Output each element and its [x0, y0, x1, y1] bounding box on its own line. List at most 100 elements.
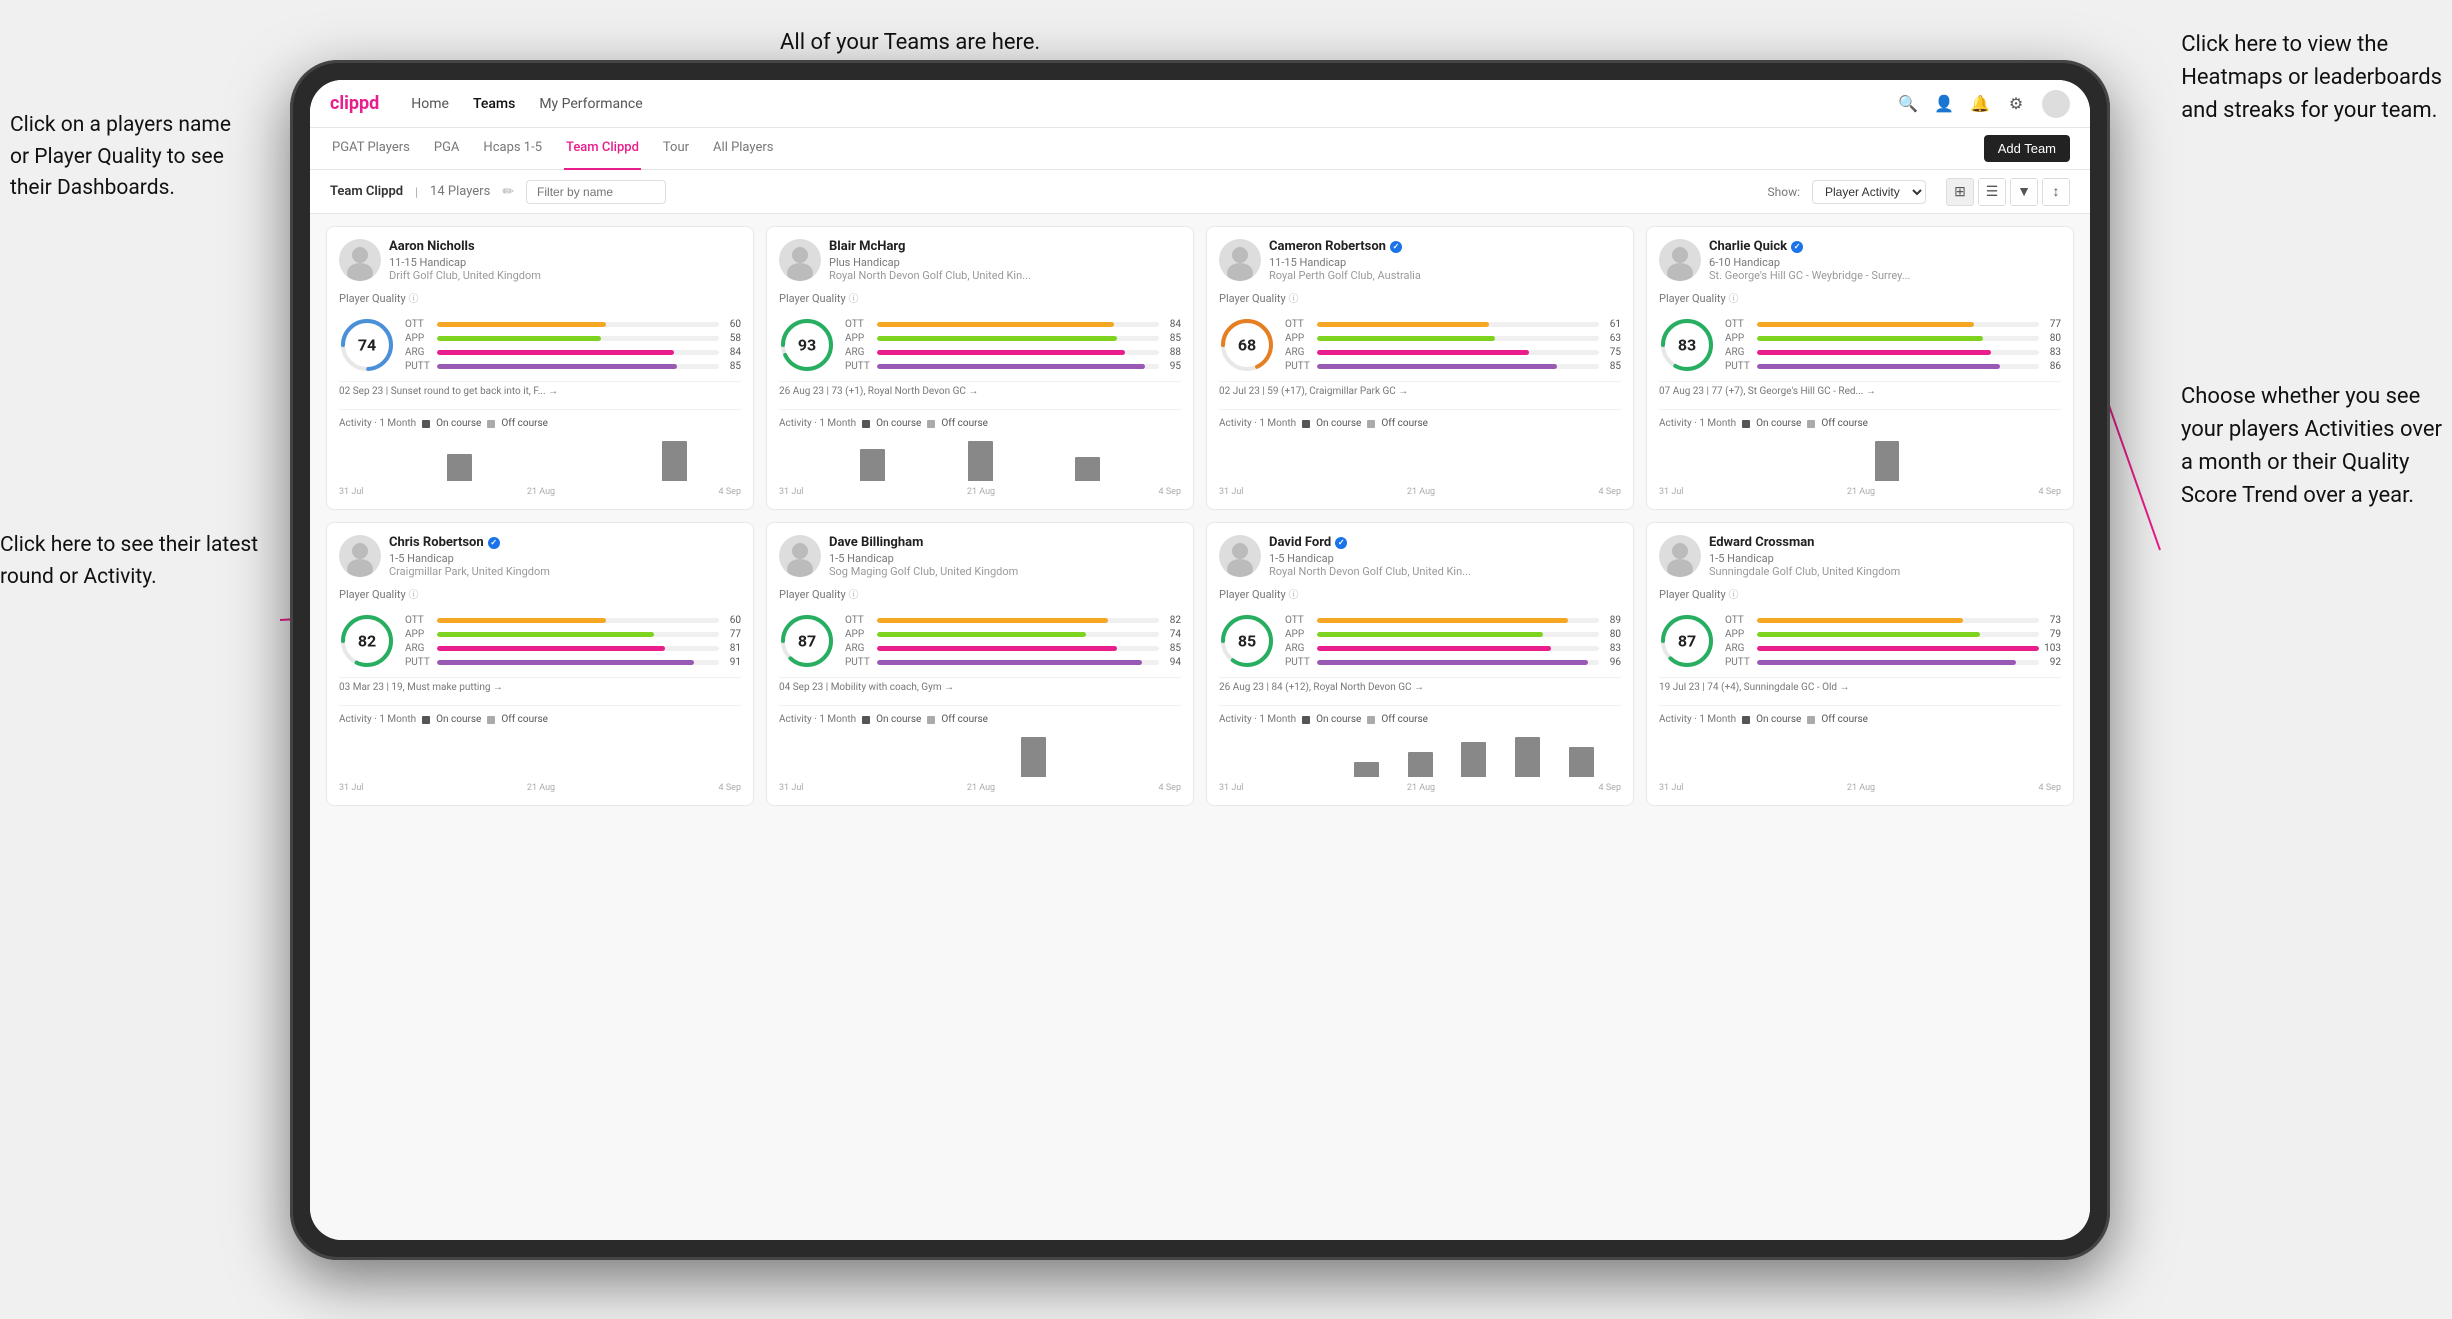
player-name[interactable]: Edward Crossman — [1709, 535, 2061, 550]
chart-bar — [968, 441, 993, 481]
latest-round[interactable]: 02 Jul 23 | 59 (+17), Craigmillar Park G… — [1219, 381, 1621, 401]
add-team-button[interactable]: Add Team — [1984, 135, 2070, 162]
stat-value: 85 — [1163, 643, 1181, 654]
stat-label: OTT — [405, 319, 433, 330]
subnav-pgat[interactable]: PGAT Players — [330, 128, 412, 170]
player-name[interactable]: Blair McHarg — [829, 239, 1181, 254]
stat-fill — [437, 336, 601, 341]
stat-label: APP — [1285, 629, 1313, 640]
subnav-tour[interactable]: Tour — [661, 128, 691, 170]
player-avatar — [779, 535, 821, 577]
player-card[interactable]: Edward Crossman 1-5 Handicap Sunningdale… — [1646, 522, 2074, 806]
bell-icon[interactable]: 🔔 — [1970, 94, 1990, 114]
activity-label: Activity · 1 Month On course Off course — [339, 714, 741, 725]
off-course-label: Off course — [941, 418, 988, 429]
chart-bar — [860, 449, 885, 481]
quality-circle[interactable]: 82 — [339, 613, 395, 669]
chart-bar — [555, 479, 580, 481]
nav-my-performance[interactable]: My Performance — [539, 92, 642, 116]
stat-fill — [1317, 632, 1543, 637]
quality-circle[interactable]: 87 — [1659, 613, 1715, 669]
quality-section: 93 OTT 84 APP 85 ARG 88 PUTT — [779, 317, 1181, 373]
player-card[interactable]: Aaron Nicholls 11-15 Handicap Drift Golf… — [326, 226, 754, 510]
quality-section: 83 OTT 77 APP 80 ARG 83 PUTT — [1659, 317, 2061, 373]
player-name[interactable]: Dave Billingham — [829, 535, 1181, 550]
latest-round[interactable]: 19 Jul 23 | 74 (+4), Sunningdale GC - Ol… — [1659, 677, 2061, 697]
off-course-dot — [487, 420, 495, 428]
quality-circle[interactable]: 74 — [339, 317, 395, 373]
player-card[interactable]: Chris Robertson ✓ 1-5 Handicap Craigmill… — [326, 522, 754, 806]
latest-round[interactable]: 26 Aug 23 | 73 (+1), Royal North Devon G… — [779, 381, 1181, 401]
player-club: Sunningdale Golf Club, United Kingdom — [1709, 565, 2061, 578]
player-name[interactable]: David Ford ✓ — [1269, 535, 1621, 550]
player-card[interactable]: Cameron Robertson ✓ 11-15 Handicap Royal… — [1206, 226, 1634, 510]
stat-row: ARG 85 — [845, 643, 1181, 654]
quality-circle[interactable]: 83 — [1659, 317, 1715, 373]
stat-label: PUTT — [845, 361, 873, 372]
chart-bar — [1794, 479, 1819, 481]
player-card[interactable]: Charlie Quick ✓ 6-10 Handicap St. George… — [1646, 226, 2074, 510]
latest-round[interactable]: 03 Mar 23 | 19, Must make putting → — [339, 677, 741, 697]
chart-bar — [447, 454, 472, 481]
latest-round[interactable]: 26 Aug 23 | 84 (+12), Royal North Devon … — [1219, 677, 1621, 697]
stat-fill — [1757, 618, 1963, 623]
filter-button[interactable]: ▼ — [2010, 178, 2038, 206]
quality-score: 82 — [358, 632, 376, 651]
player-card[interactable]: David Ford ✓ 1-5 Handicap Royal North De… — [1206, 522, 1634, 806]
stat-track — [1317, 350, 1599, 355]
stat-track — [437, 618, 719, 623]
stat-label: PUTT — [1285, 361, 1313, 372]
subnav-hcaps[interactable]: Hcaps 1-5 — [481, 128, 544, 170]
stat-fill — [877, 322, 1114, 327]
latest-round-text: 26 Aug 23 | 84 (+12), Royal North Devon … — [1219, 682, 1621, 693]
on-course-dot — [422, 420, 430, 428]
player-card[interactable]: Dave Billingham 1-5 Handicap Sog Maging … — [766, 522, 1194, 806]
player-name[interactable]: Aaron Nicholls — [389, 239, 741, 254]
settings-icon[interactable]: ⚙ — [2006, 94, 2026, 114]
chart-bar — [1219, 479, 1244, 481]
latest-round[interactable]: 02 Sep 23 | Sunset round to get back int… — [339, 381, 741, 401]
search-input[interactable] — [526, 180, 666, 204]
nav-teams[interactable]: Teams — [473, 92, 515, 116]
annotation-bottom-right: Choose whether you seeyour players Activ… — [2181, 380, 2442, 512]
subnav-all-players[interactable]: All Players — [711, 128, 775, 170]
quality-circle[interactable]: 68 — [1219, 317, 1275, 373]
stat-row: OTT 89 — [1285, 615, 1621, 626]
stat-value: 73 — [2043, 615, 2061, 626]
date-start: 31 Jul — [779, 783, 803, 793]
quality-circle[interactable]: 85 — [1219, 613, 1275, 669]
stat-label: OTT — [1725, 615, 1753, 626]
search-icon[interactable]: 🔍 — [1898, 94, 1918, 114]
nav-home[interactable]: Home — [411, 92, 449, 116]
stat-track — [1757, 364, 2039, 369]
stat-fill — [1757, 646, 2039, 651]
sort-button[interactable]: ↕ — [2042, 178, 2070, 206]
quality-circle[interactable]: 93 — [779, 317, 835, 373]
subnav-team-clippd[interactable]: Team Clippd — [564, 128, 641, 170]
quality-label: Player Quality ⓘ — [339, 290, 741, 305]
stat-fill — [1757, 364, 2000, 369]
chart-bar — [1435, 775, 1460, 777]
quality-circle[interactable]: 87 — [779, 613, 835, 669]
latest-round[interactable]: 04 Sep 23 | Mobility with coach, Gym → — [779, 677, 1181, 697]
stat-row: PUTT 92 — [1725, 657, 2061, 668]
grid-view-button[interactable]: ⊞ — [1946, 178, 1974, 206]
list-view-button[interactable]: ☰ — [1978, 178, 2006, 206]
date-end: 4 Sep — [1599, 783, 1621, 793]
stat-row: ARG 83 — [1725, 347, 2061, 358]
chart-bar — [1354, 762, 1379, 777]
show-select[interactable]: Player Activity — [1812, 180, 1926, 204]
person-icon[interactable]: 👤 — [1934, 94, 1954, 114]
stat-value: 61 — [1603, 319, 1621, 330]
avatar[interactable] — [2042, 90, 2070, 118]
player-name[interactable]: Charlie Quick ✓ — [1709, 239, 2061, 254]
player-name[interactable]: Chris Robertson ✓ — [389, 535, 741, 550]
latest-round[interactable]: 07 Aug 23 | 77 (+7), St George's Hill GC… — [1659, 381, 2061, 401]
chart-bar — [1713, 479, 1738, 481]
edit-icon[interactable]: ✏ — [502, 184, 514, 200]
player-name[interactable]: Cameron Robertson ✓ — [1269, 239, 1621, 254]
player-card[interactable]: Blair McHarg Plus Handicap Royal North D… — [766, 226, 1194, 510]
subnav-pga[interactable]: PGA — [432, 128, 462, 170]
activity-section: Activity · 1 Month On course Off course … — [779, 409, 1181, 497]
chart-bar — [1327, 479, 1352, 481]
